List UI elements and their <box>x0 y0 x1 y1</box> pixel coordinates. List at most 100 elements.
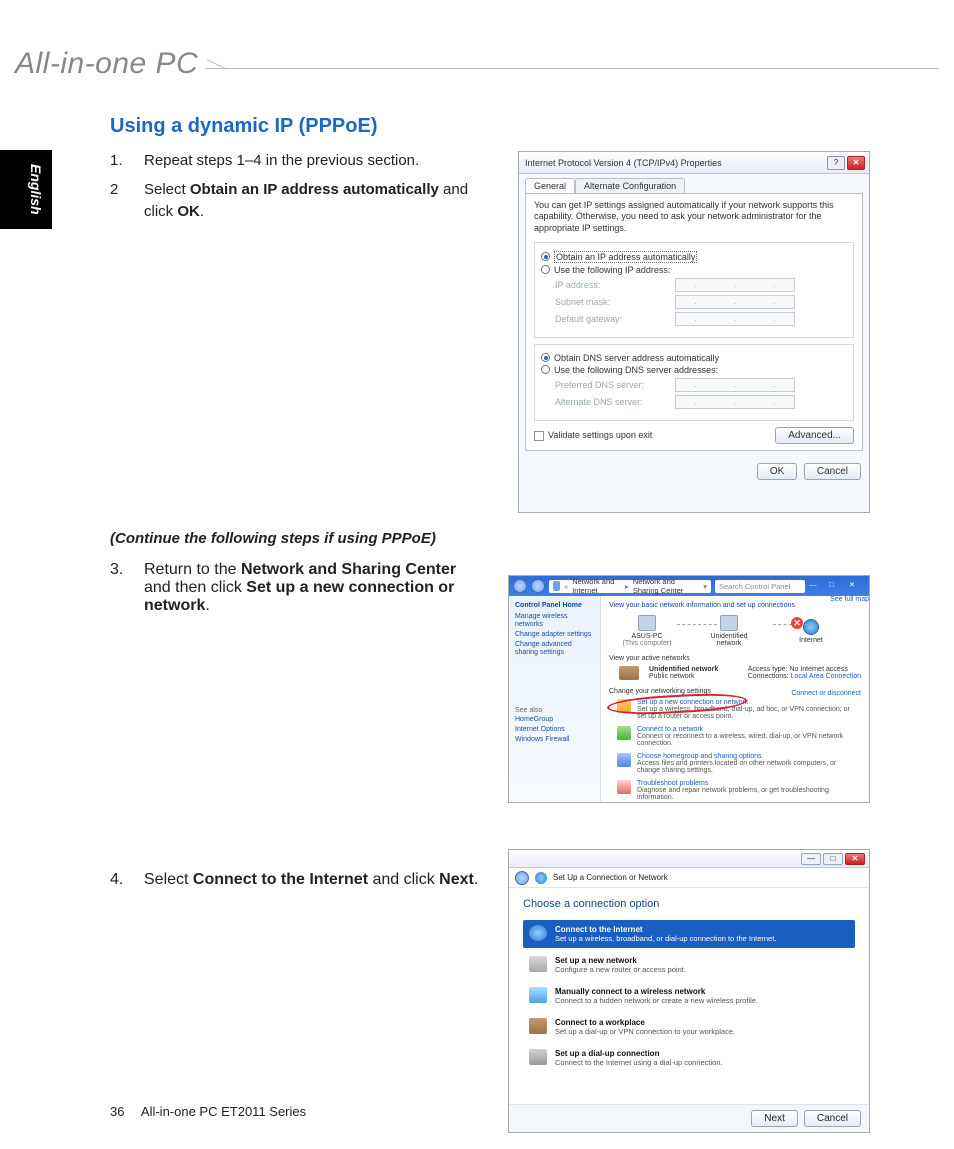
option-dial-up[interactable]: Set up a dial-up connectionConnect to th… <box>523 1044 855 1072</box>
see-also-heading: See also <box>515 707 594 714</box>
cancel-button[interactable]: Cancel <box>804 1110 861 1127</box>
field-subnet-mask: Subnet mask:... <box>555 295 847 309</box>
sidebar-link-homegroup[interactable]: HomeGroup <box>515 716 594 724</box>
ip-input[interactable]: ... <box>675 312 795 326</box>
sidebar-link-adapter-settings[interactable]: Change adapter settings <box>515 631 594 639</box>
link-connect-to-network[interactable]: Connect to a networkConnect or reconnect… <box>617 726 861 747</box>
cancel-button[interactable]: Cancel <box>804 463 861 480</box>
checkbox-label: Validate settings upon exit <box>548 430 652 440</box>
address-bar[interactable]: « Network and Internet ▸ Network and Sha… <box>549 580 711 593</box>
option-subtitle: Configure a new router or access point. <box>555 965 686 974</box>
close-icon[interactable]: ✕ <box>845 853 865 865</box>
text: . <box>205 597 209 614</box>
ip-input[interactable]: ... <box>675 278 795 292</box>
radio-use-following-dns[interactable]: Use the following DNS server addresses: <box>541 365 847 375</box>
bold-text: OK <box>177 203 200 220</box>
link-title: Troubleshoot problems <box>637 780 861 787</box>
step-text: Return to the Network and Sharing Center… <box>144 561 480 615</box>
tab-alternate-config[interactable]: Alternate Configuration <box>575 178 685 193</box>
main-heading: View your basic network information and … <box>609 602 861 609</box>
radio-obtain-ip-auto[interactable]: Obtain an IP address automatically <box>541 251 847 263</box>
screenshot-network-sharing-center: « Network and Internet ▸ Network and Sha… <box>508 575 870 803</box>
next-button[interactable]: Next <box>751 1110 798 1127</box>
sidebar-link-windows-firewall[interactable]: Windows Firewall <box>515 736 594 744</box>
see-full-map-link[interactable]: See full map <box>830 596 869 603</box>
step-number: 1. <box>110 150 144 173</box>
sidebar-link-manage-wireless[interactable]: Manage wireless networks <box>515 613 594 629</box>
wizard-header: Set Up a Connection or Network <box>509 868 869 888</box>
advanced-button[interactable]: Advanced... <box>775 427 854 444</box>
radio-label: Use the following IP address: <box>554 265 670 275</box>
field-label: IP address: <box>555 280 675 290</box>
network-name: Unidentified network <box>649 666 718 673</box>
checkbox-icon <box>534 431 544 441</box>
step-2: 2 Select Obtain an IP address automatica… <box>110 179 480 224</box>
explorer-header: « Network and Internet ▸ Network and Sha… <box>509 576 869 596</box>
link-subtitle: Connect or reconnect to a wireless, wire… <box>637 733 861 747</box>
radio-icon <box>541 252 550 261</box>
option-subtitle: Set up a wireless, broadband, or dial-up… <box>555 934 776 943</box>
radio-obtain-dns-auto[interactable]: Obtain DNS server address automatically <box>541 353 847 363</box>
control-panel-icon <box>553 581 560 591</box>
node-unidentified: Unidentified network <box>701 615 757 647</box>
node-sublabel: (This computer) <box>619 640 675 647</box>
tab-general[interactable]: General <box>525 178 575 193</box>
step-number: 4. <box>110 871 144 889</box>
connect-icon <box>617 726 631 740</box>
ip-input[interactable]: ... <box>675 378 795 392</box>
option-subtitle: Connect to a hidden network or create a … <box>555 996 758 1005</box>
text: . <box>200 203 204 220</box>
close-icon[interactable]: ✕ <box>847 156 865 170</box>
text: Return to the <box>144 561 241 578</box>
minimize-icon[interactable]: — <box>809 580 825 592</box>
back-icon[interactable] <box>515 871 529 885</box>
ip-input[interactable]: ... <box>675 295 795 309</box>
link-title: Choose homegroup and sharing options <box>637 753 861 760</box>
step-3: 3. Return to the Network and Sharing Cen… <box>110 561 480 615</box>
option-connect-to-internet[interactable]: Connect to the InternetSet up a wireless… <box>523 920 855 948</box>
text: Select <box>144 871 193 888</box>
page-footer: 36 All-in-one PC ET2011 Series <box>110 1104 306 1119</box>
link-homegroup-sharing[interactable]: Choose homegroup and sharing optionsAcce… <box>617 753 861 774</box>
text: and click <box>368 871 439 888</box>
computer-icon <box>638 615 656 631</box>
close-icon[interactable]: ✕ <box>849 580 865 592</box>
help-icon[interactable]: ? <box>827 156 845 170</box>
link-title: Connect to a network <box>637 726 861 733</box>
field-label: Default gateway: <box>555 314 675 324</box>
radio-icon <box>541 365 550 374</box>
screenshot-ipv4-properties: Internet Protocol Version 4 (TCP/IPv4) P… <box>518 151 870 513</box>
sidebar-link-internet-options[interactable]: Internet Options <box>515 726 594 734</box>
field-label: Subnet mask: <box>555 297 675 307</box>
breadcrumb[interactable]: Network and Sharing Center <box>633 577 699 595</box>
link-troubleshoot[interactable]: Troubleshoot problemsDiagnose and repair… <box>617 780 861 801</box>
option-set-up-new-network[interactable]: Set up a new networkConfigure a new rout… <box>523 951 855 979</box>
node-label: ASUS-PC <box>619 633 675 640</box>
radio-label: Obtain an IP address automatically <box>554 251 697 263</box>
forward-icon[interactable] <box>531 579 545 593</box>
field-alternate-dns: Alternate DNS server:... <box>555 395 847 409</box>
option-manual-wireless[interactable]: Manually connect to a wireless networkCo… <box>523 982 855 1010</box>
screenshot-set-up-connection: — □ ✕ Set Up a Connection or Network Cho… <box>508 849 870 1133</box>
maximize-icon[interactable]: □ <box>829 580 845 592</box>
router-icon <box>529 956 547 972</box>
active-network: Unidentified network Public network Acce… <box>619 666 861 680</box>
ok-button[interactable]: OK <box>757 463 797 480</box>
connection-link[interactable]: Local Area Connection <box>791 673 861 680</box>
connect-disconnect-link[interactable]: Connect or disconnect <box>791 690 861 697</box>
step-text: Repeat steps 1–4 in the previous section… <box>144 150 480 173</box>
option-title: Set up a new network <box>555 956 686 965</box>
option-title: Manually connect to a wireless network <box>555 987 758 996</box>
option-connect-workplace[interactable]: Connect to a workplaceSet up a dial-up o… <box>523 1013 855 1041</box>
minimize-icon[interactable]: — <box>801 853 821 865</box>
intro-text: You can get IP settings assigned automat… <box>534 200 854 234</box>
breadcrumb[interactable]: Network and Internet <box>572 577 621 595</box>
ip-input[interactable]: ... <box>675 395 795 409</box>
sidebar-link-advanced-sharing[interactable]: Change advanced sharing settings <box>515 641 594 657</box>
checkbox-validate-on-exit[interactable]: Validate settings upon exit <box>534 430 652 441</box>
back-icon[interactable] <box>513 579 527 593</box>
radio-use-following-ip[interactable]: Use the following IP address: <box>541 265 847 275</box>
field-label: Alternate DNS server: <box>555 397 675 407</box>
maximize-icon[interactable]: □ <box>823 853 843 865</box>
search-input[interactable]: Search Control Panel <box>715 580 805 593</box>
